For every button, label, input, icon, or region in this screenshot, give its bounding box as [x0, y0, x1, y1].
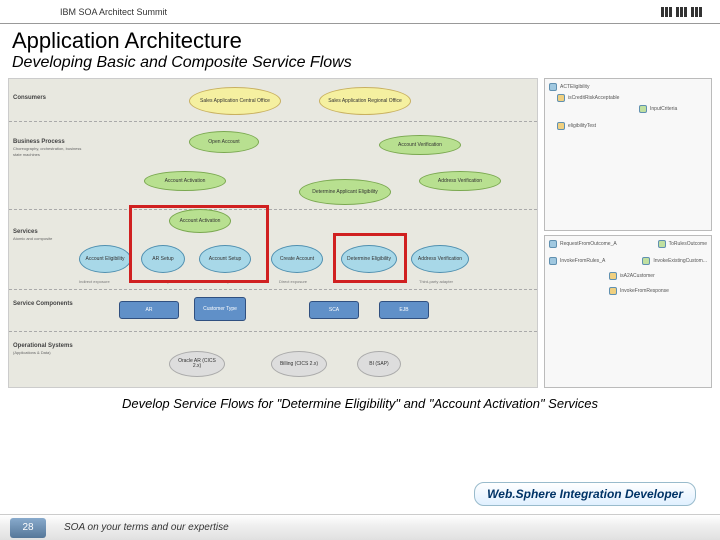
row-services: ServicesAtomic and composite — [13, 229, 52, 242]
architecture-diagram: Consumers Business ProcessChoreography, … — [8, 78, 538, 388]
note-1: Indirect exposure — [79, 279, 110, 284]
highlight-determine-eligibility — [333, 233, 407, 283]
node-comp-customer-type: Customer Type — [194, 297, 246, 321]
ide-panel-top: ACTEligibility isCreditRiskAcceptable In… — [544, 78, 712, 231]
row-ops: Operational Systems(Applications & Data) — [13, 343, 73, 356]
node-ops-oracle: Oracle AR (CICS 2.x) — [169, 351, 225, 377]
page-subtitle: Developing Basic and Composite Service F… — [0, 54, 720, 78]
header-bar: IBM SOA Architect Summit — [0, 0, 720, 24]
node-svc-acct-activation: Account Activation — [169, 209, 231, 233]
ide-item: InvokeFromResponse — [620, 288, 669, 294]
node-account-verification: Account Verification — [379, 135, 461, 155]
note-5: Third-party adapter — [419, 279, 453, 284]
ide-item: InvokeFromRules_A — [560, 258, 605, 264]
node-consumer-central: Sales Application Central Office — [189, 87, 281, 115]
row-consumers: Consumers — [13, 95, 46, 102]
ide-item: InvokeExistingCustom... — [653, 258, 707, 264]
node-account-activation-proc: Account Activation — [144, 171, 226, 191]
node-open-account: Open Account — [189, 131, 259, 153]
node-comp-ar: AR — [119, 301, 179, 319]
node-determine-eligibility-proc: Determine Applicant Eligibility — [299, 179, 391, 205]
ide-item: ACTEligibility — [560, 84, 589, 90]
tool-badge: Web.Sphere Integration Developer — [474, 482, 696, 506]
page-title: Application Architecture — [0, 24, 720, 54]
event-label: IBM SOA Architect Summit — [60, 7, 167, 17]
node-ops-billing: Billing (CICS 2.x) — [271, 351, 327, 377]
footer-bar: 28 SOA on your terms and our expertise — [0, 514, 720, 540]
node-svc-acct-eligibility: Account Eligibility — [79, 245, 131, 273]
ide-item: ToRulesOutcome — [669, 241, 707, 247]
ide-item: isA2ACustomer — [620, 273, 655, 279]
ide-item: isCreditRiskAcceptable — [568, 95, 619, 101]
node-svc-address-verification: Address Verification — [411, 245, 469, 273]
diagram-caption: Develop Service Flows for "Determine Eli… — [0, 388, 720, 415]
footer-tagline: SOA on your terms and our expertise — [64, 522, 229, 533]
ide-preview-panel: ACTEligibility isCreditRiskAcceptable In… — [544, 78, 712, 388]
page-number: 28 — [10, 518, 46, 538]
ibm-logo — [661, 7, 708, 17]
node-svc-create-account: Create Account — [271, 245, 323, 273]
node-address-verification-proc: Address Verification — [419, 171, 501, 191]
node-comp-ejb: EJB — [379, 301, 429, 319]
node-comp-sca: SCA — [309, 301, 359, 319]
ide-panel-bottom: RequestFromOutcome_A ToRulesOutcome Invok… — [544, 235, 712, 388]
note-4: Direct exposure — [279, 279, 307, 284]
ide-item: InputCriteria — [650, 106, 677, 112]
ide-item: eligibilityTest — [568, 123, 596, 129]
row-components: Service Components — [13, 301, 73, 308]
node-consumer-regional: Sales Application Regional Office — [319, 87, 411, 115]
row-process: Business ProcessChoreography, orchestrat… — [13, 139, 83, 159]
node-ops-bi: BI (SAP) — [357, 351, 401, 377]
ide-item: RequestFromOutcome_A — [560, 241, 617, 247]
